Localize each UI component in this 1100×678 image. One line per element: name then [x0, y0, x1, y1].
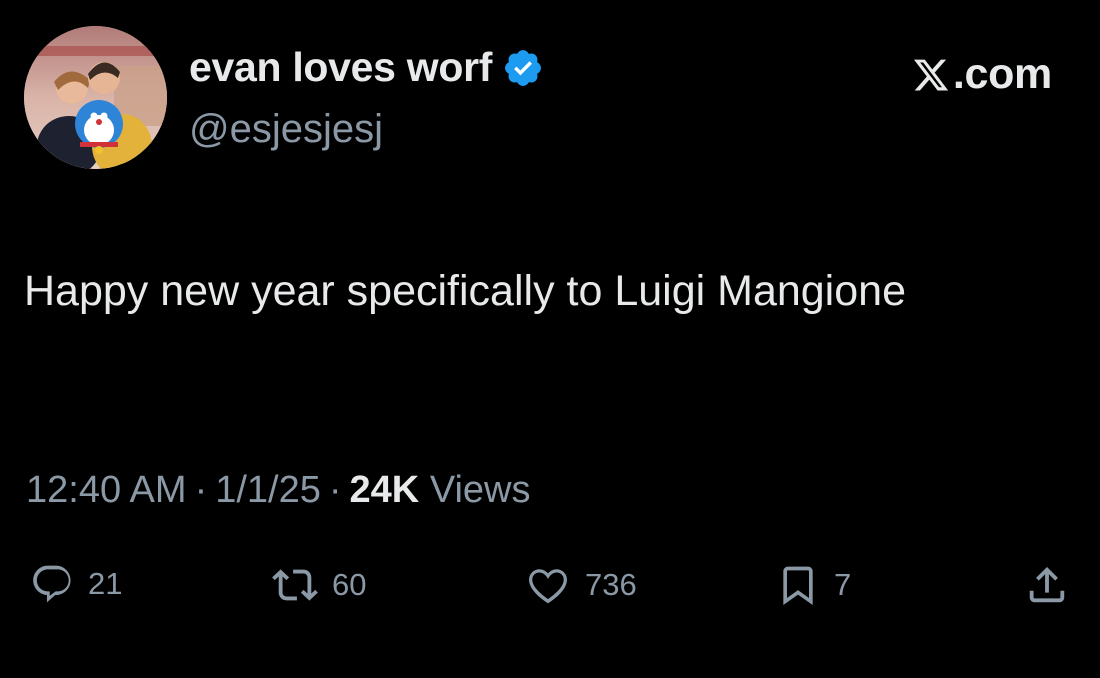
repost-button[interactable]: 60: [272, 562, 366, 608]
author-name-row: evan loves worf: [189, 44, 544, 91]
tweet-date[interactable]: 1/1/25: [215, 469, 321, 511]
brand-watermark: .com: [911, 50, 1052, 99]
tweet-text: Happy new year specifically to Luigi Man…: [24, 267, 906, 315]
brand-domain: .com: [952, 50, 1052, 98]
tweet-meta: 12:40 AM · 1/1/25 · 24K Views: [26, 469, 531, 512]
avatar-photo: [24, 26, 167, 169]
tweet-actions: 21 60 736 7: [0, 562, 1100, 618]
bookmark-count: 7: [834, 567, 852, 602]
meta-separator: ·: [194, 469, 208, 511]
meta-separator: ·: [328, 469, 342, 511]
like-button[interactable]: 736: [525, 562, 637, 608]
views-label: Views: [429, 469, 531, 511]
like-count: 736: [585, 567, 637, 602]
bookmark-button[interactable]: 7: [776, 562, 851, 608]
tweet-card: evan loves worf @esjesjesj .com Happy ne…: [0, 0, 1100, 678]
author-display-name[interactable]: evan loves worf: [189, 44, 492, 91]
tweet-time[interactable]: 12:40 AM: [26, 469, 187, 511]
repost-icon: [272, 569, 318, 601]
x-logo-icon: [913, 59, 948, 90]
views-count: 24K: [349, 469, 420, 511]
share-button[interactable]: [1024, 562, 1070, 608]
avatar[interactable]: [24, 26, 167, 169]
bookmark-icon: [783, 566, 813, 606]
heart-icon: [529, 569, 567, 604]
share-icon: [1029, 566, 1065, 603]
verified-badge-icon: [505, 49, 542, 86]
reply-button[interactable]: 21: [30, 562, 122, 606]
repost-count: 60: [332, 567, 367, 602]
reply-count: 21: [88, 566, 123, 601]
author-handle[interactable]: @esjesjesj: [189, 107, 383, 152]
reply-icon: [33, 565, 71, 603]
